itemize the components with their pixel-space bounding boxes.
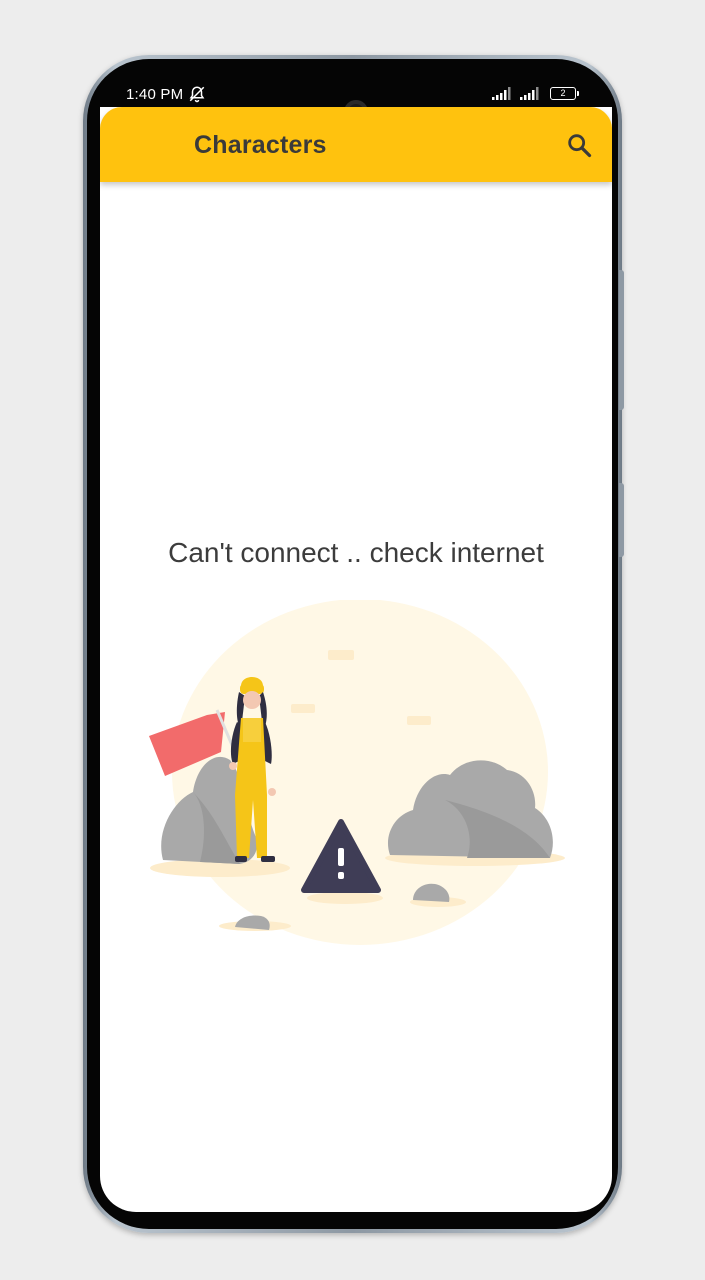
app-screen: Characters Can't connect .. check intern… <box>100 107 612 1212</box>
status-time: 1:40 PM <box>126 86 184 103</box>
signal-icon <box>492 87 511 100</box>
search-icon <box>568 134 592 158</box>
battery-icon: 2 <box>550 87 579 100</box>
app-bar: Characters <box>100 107 612 182</box>
phone-bezel: 1:40 PM 2 Characters Can't connect .. ch… <box>87 59 618 1229</box>
status-bar: 1:40 PM 2 <box>100 75 612 124</box>
error-message: Can't connect .. check internet <box>168 537 544 568</box>
volume-button <box>619 270 624 410</box>
phone-frame: 1:40 PM 2 Characters Can't connect .. ch… <box>83 55 624 1233</box>
bell-off-icon <box>189 86 205 103</box>
app-title: Characters <box>194 131 327 159</box>
power-button <box>619 483 624 557</box>
no-connection-illustration <box>149 600 565 945</box>
search-button[interactable] <box>565 131 593 159</box>
signal-icon <box>520 87 539 100</box>
